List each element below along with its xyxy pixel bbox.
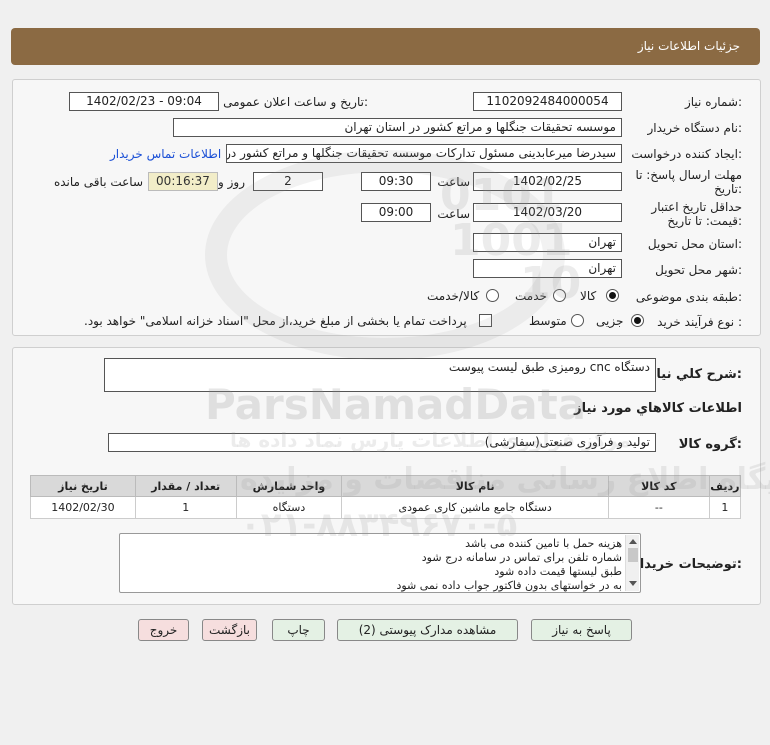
- back-button[interactable]: بازگشت: [202, 619, 257, 641]
- contact-buyer-link[interactable]: اطلاعات تماس خریدار: [110, 147, 221, 161]
- deadline-time-label: ساعت: [437, 175, 470, 189]
- col-unit: واحد شمارش: [235, 475, 343, 497]
- notes-scrollbar[interactable]: [625, 535, 639, 591]
- cell-row: 1: [708, 496, 742, 519]
- category-label: طبقه بندی موضوعی:: [635, 290, 742, 304]
- deadline-date-field: 1402/02/25: [473, 172, 622, 191]
- deadline-label-2: تاریخ:: [714, 182, 742, 196]
- category-radio-goods[interactable]: [606, 289, 619, 302]
- table-header-row: ردیف کد کالا نام کالا واحد شمارش تعداد /…: [30, 475, 742, 497]
- page-header: جزئیات اطلاعات نیاز: [11, 28, 760, 65]
- validity-date-field: 1402/03/20: [473, 203, 622, 222]
- treasury-checkbox[interactable]: [479, 314, 492, 327]
- notes-label: توضیحات خریدار:: [632, 557, 742, 572]
- days-label: روز و: [218, 175, 245, 189]
- need-number-label: شماره نیاز:: [684, 95, 742, 109]
- group-field: تولید و فرآوری صنعتی(سفارشی): [108, 433, 656, 452]
- category-radio-goods-service[interactable]: [486, 289, 499, 302]
- buyer-label: نام دستگاه خریدار:: [647, 121, 743, 135]
- col-name: نام کالا: [341, 475, 610, 497]
- print-button[interactable]: چاپ: [272, 619, 325, 641]
- province-field: تهران: [473, 233, 622, 252]
- notes-line: به در خواستهای بدون فاکتور جواب داده نمی…: [396, 579, 622, 592]
- group-label: گروه کالا:: [678, 437, 742, 452]
- col-row: ردیف: [708, 475, 742, 497]
- process-option-medium: متوسط: [529, 314, 567, 328]
- exit-button[interactable]: خروج: [138, 619, 189, 641]
- scroll-thumb[interactable]: [627, 548, 638, 562]
- attachments-button[interactable]: مشاهده مدارک پیوستی (2): [337, 619, 518, 641]
- process-radio-medium[interactable]: [571, 314, 584, 327]
- notes-line: شماره تلفن برای تماس در سامانه درج شود: [421, 551, 622, 564]
- summary-label: شرح کلي نياز:: [648, 367, 742, 382]
- cell-unit: دستگاه: [235, 496, 343, 519]
- category-option-service: خدمت: [515, 289, 547, 303]
- process-radio-minor[interactable]: [631, 314, 644, 327]
- creator-label: ایجاد کننده درخواست:: [631, 147, 742, 161]
- notes-line: هزینه حمل با تامین کننده می باشد: [465, 537, 622, 550]
- page-title: جزئیات اطلاعات نیاز: [637, 39, 740, 53]
- cell-code: --: [608, 496, 710, 519]
- process-label: نوع فرآیند خرید :: [657, 315, 742, 329]
- payment-note: پرداخت تمام یا بخشی از مبلغ خرید،از محل …: [84, 314, 467, 328]
- announce-label: تاریخ و ساعت اعلان عمومی:: [223, 95, 368, 109]
- cell-name: دستگاه جامع ماشین کاری عمودی: [341, 496, 610, 519]
- validity-time-field: 09:00: [361, 203, 431, 222]
- goods-info-title: اطلاعات کالاهاي مورد نياز: [574, 401, 742, 416]
- need-number-field: 1102092484000054: [473, 92, 622, 111]
- deadline-time-field: 09:30: [361, 172, 431, 191]
- summary-field: دستگاه cnc رومیزی طبق لیست پیوست: [104, 358, 656, 392]
- goods-table: ردیف کد کالا نام کالا واحد شمارش تعداد /…: [30, 475, 742, 519]
- col-date: تاریخ نیاز: [30, 475, 136, 497]
- cell-qty: 1: [134, 496, 237, 519]
- remaining-label: ساعت باقی مانده: [53, 175, 143, 189]
- days-field: 2: [253, 172, 323, 191]
- reply-button[interactable]: پاسخ به نیاز: [531, 619, 632, 641]
- process-option-minor: جزیی: [596, 314, 624, 328]
- deadline-label-1: مهلت ارسال پاسخ: تا: [635, 168, 742, 182]
- city-label: شهر محل تحویل:: [655, 263, 742, 277]
- creator-field: سیدرضا میرعابدینی مسئول تدارکات موسسه تح…: [226, 144, 622, 163]
- category-option-goods-service: کالا/خدمت: [427, 289, 480, 303]
- scroll-up-icon[interactable]: [628, 539, 637, 544]
- validity-time-label: ساعت: [437, 207, 470, 221]
- remaining-time-field: 00:16:37: [148, 172, 218, 191]
- col-code: کد کالا: [608, 475, 710, 497]
- category-radio-service[interactable]: [553, 289, 566, 302]
- validity-label-2: قیمت: تا تاریخ:: [667, 214, 742, 228]
- province-label: استان محل تحویل:: [647, 237, 742, 251]
- notes-box[interactable]: هزینه حمل با تامین کننده می باشد شماره ت…: [119, 533, 641, 593]
- scroll-down-icon[interactable]: [628, 581, 637, 586]
- city-field: تهران: [473, 259, 622, 278]
- table-row: 1 -- دستگاه جامع ماشین کاری عمودی دستگاه…: [30, 496, 742, 519]
- col-qty: تعداد / مقدار: [134, 475, 237, 497]
- buyer-field: موسسه تحقیقات جنگلها و مراتع کشور در است…: [173, 118, 622, 137]
- cell-date: 1402/02/30: [30, 496, 136, 519]
- validity-label-1: حداقل تاریخ اعتبار: [651, 200, 742, 214]
- announce-field: 1402/02/23 - 09:04: [69, 92, 219, 111]
- notes-line: طبق لیستها قیمت داده شود: [494, 565, 622, 578]
- category-option-goods: کالا: [580, 289, 597, 303]
